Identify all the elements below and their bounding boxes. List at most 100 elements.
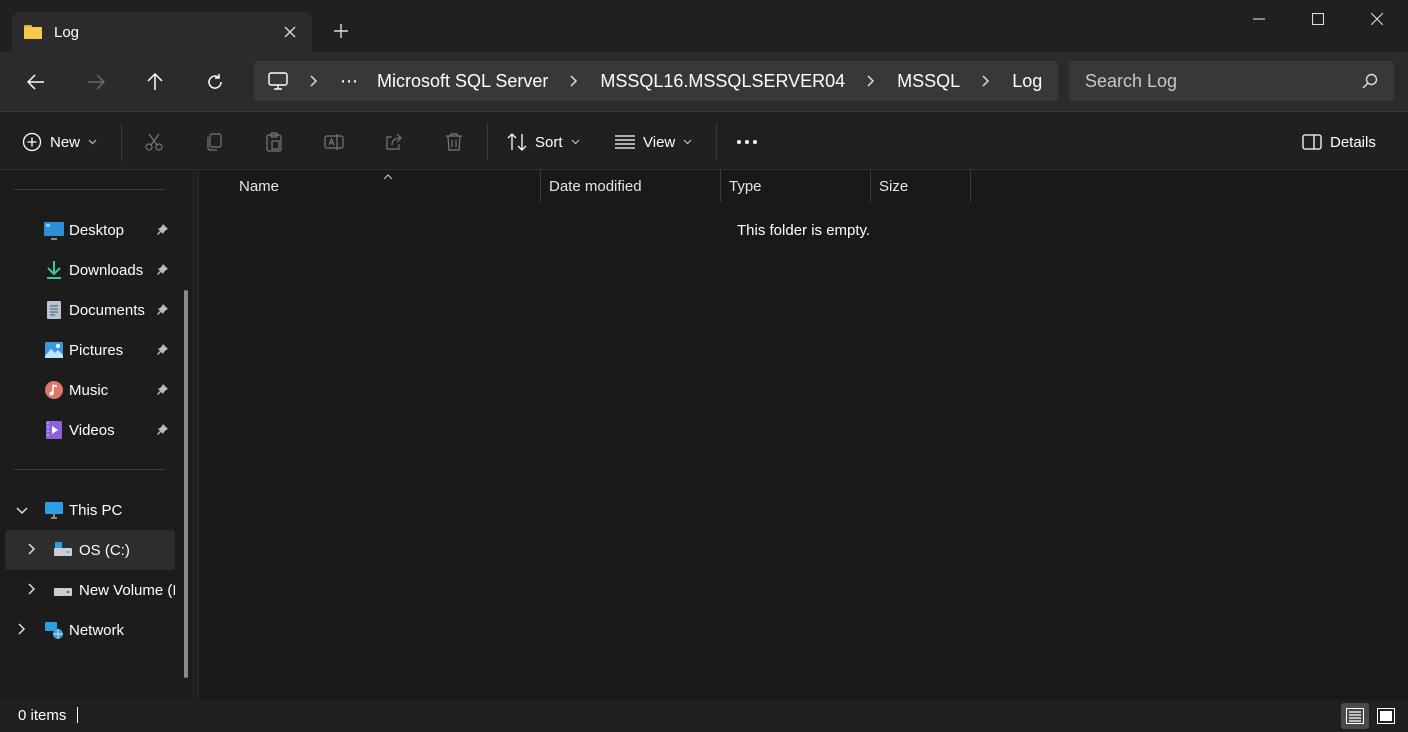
chevron-right-icon[interactable]: [562, 75, 586, 87]
address-bar[interactable]: ⋯ Microsoft SQL Server MSSQL16.MSSQLSERV…: [254, 61, 1058, 101]
sidebar-item-os-c[interactable]: OS (C:): [5, 530, 175, 570]
close-window-button[interactable]: [1348, 0, 1406, 38]
this-pc-icon: [45, 502, 63, 519]
view-label: View: [643, 133, 676, 151]
navigation-pane: Desktop Downloads Documents Pictures Mus…: [0, 170, 192, 700]
close-tab-icon[interactable]: [280, 22, 300, 42]
paste-button[interactable]: [259, 127, 289, 157]
toolbar-divider: [487, 123, 488, 161]
new-tab-button[interactable]: [328, 18, 354, 44]
chevron-right-icon[interactable]: [859, 75, 883, 87]
pin-icon[interactable]: [157, 222, 169, 239]
details-view-button[interactable]: [1341, 703, 1369, 729]
search-input[interactable]: Search Log: [1085, 71, 1362, 92]
sidebar-item-documents[interactable]: Documents: [0, 290, 175, 330]
breadcrumb-mssql16[interactable]: MSSQL16.MSSQLSERVER04: [600, 71, 845, 92]
network-icon: [45, 622, 63, 639]
breadcrumb-mssql[interactable]: MSSQL: [897, 71, 960, 92]
computer-icon: [268, 72, 288, 90]
new-label: New: [50, 133, 81, 151]
column-divider[interactable]: [540, 170, 541, 202]
minimize-button[interactable]: [1230, 0, 1288, 38]
pin-icon[interactable]: [157, 342, 169, 359]
chevron-right-icon[interactable]: [18, 622, 26, 639]
pin-icon[interactable]: [157, 302, 169, 319]
column-divider[interactable]: [720, 170, 721, 202]
details-label: Details: [1330, 133, 1376, 151]
details-view-icon: [1346, 708, 1364, 724]
pictures-icon: [45, 342, 63, 358]
sidebar-item-network[interactable]: Network: [0, 610, 175, 650]
sidebar-item-label: OS (C:): [79, 541, 130, 559]
sidebar-item-label: Videos: [69, 421, 115, 439]
sidebar-item-label: New Volume (I: [79, 581, 175, 599]
column-divider[interactable]: [870, 170, 871, 202]
forward-button[interactable]: [80, 66, 112, 98]
sidebar-item-new-volume[interactable]: New Volume (I: [0, 570, 175, 610]
large-icons-view-button[interactable]: [1372, 703, 1400, 729]
pin-icon[interactable]: [157, 382, 169, 399]
back-button[interactable]: [20, 66, 52, 98]
breadcrumb-microsoft-sql-server[interactable]: Microsoft SQL Server: [377, 71, 548, 92]
plus-icon: [334, 24, 348, 38]
breadcrumb-log[interactable]: Log: [1012, 71, 1042, 92]
details-pane-icon: [1302, 134, 1322, 150]
pin-icon[interactable]: [157, 262, 169, 279]
sidebar-item-desktop[interactable]: Desktop: [0, 210, 175, 250]
add-circle-icon: [22, 132, 42, 152]
sidebar-item-label: Network: [69, 621, 125, 639]
tab-log[interactable]: Log: [12, 12, 312, 52]
up-button[interactable]: [139, 66, 171, 98]
sidebar-scrollbar[interactable]: [184, 290, 188, 678]
sidebar-item-music[interactable]: Music: [0, 370, 175, 410]
column-header-size[interactable]: Size: [879, 170, 908, 202]
sidebar-item-videos[interactable]: Videos: [0, 410, 175, 450]
chevron-right-icon[interactable]: [302, 75, 326, 87]
search-box[interactable]: Search Log: [1069, 61, 1394, 101]
sidebar-item-downloads[interactable]: Downloads: [0, 250, 175, 290]
column-header-type[interactable]: Type: [729, 170, 762, 202]
forward-arrow-icon: [88, 74, 105, 90]
chevron-right-icon[interactable]: [28, 582, 36, 599]
view-button[interactable]: View: [615, 127, 692, 157]
column-header-name[interactable]: Name: [239, 170, 279, 202]
paste-icon: [266, 132, 282, 152]
refresh-button[interactable]: [199, 66, 231, 98]
sidebar-item-label: Music: [69, 381, 109, 399]
column-divider[interactable]: [970, 170, 971, 202]
sidebar-item-label: Pictures: [69, 341, 124, 359]
status-divider: [77, 707, 78, 723]
chevron-right-icon[interactable]: [28, 542, 36, 559]
copy-icon: [207, 133, 222, 151]
copy-button[interactable]: [199, 127, 229, 157]
cut-button[interactable]: [139, 127, 169, 157]
rename-icon: [324, 134, 344, 150]
view-list-icon: [615, 135, 635, 149]
maximize-icon: [1312, 13, 1324, 25]
search-icon[interactable]: [1362, 73, 1378, 89]
close-icon: [1371, 13, 1383, 25]
drive-icon: [54, 588, 72, 596]
overflow-path-icon[interactable]: ⋯: [340, 71, 359, 92]
column-header-date-modified[interactable]: Date modified: [549, 170, 642, 202]
sidebar-item-label: Desktop: [69, 221, 125, 239]
documents-icon: [47, 301, 61, 319]
details-button[interactable]: Details: [1302, 127, 1376, 157]
maximize-button[interactable]: [1289, 0, 1347, 38]
sidebar-item-pictures[interactable]: Pictures: [0, 330, 175, 370]
drive-icon: [54, 542, 72, 556]
rename-button[interactable]: [319, 127, 349, 157]
sidebar-item-this-pc[interactable]: This PC: [0, 490, 175, 530]
share-button[interactable]: [379, 127, 409, 157]
sort-button[interactable]: Sort: [507, 127, 580, 157]
videos-icon: [46, 421, 62, 439]
delete-button[interactable]: [439, 127, 469, 157]
chevron-down-icon[interactable]: [16, 502, 28, 519]
command-bar: New Sort View Details: [0, 113, 1408, 170]
pin-icon[interactable]: [157, 422, 169, 439]
new-button[interactable]: New: [22, 127, 97, 157]
chevron-right-icon[interactable]: [974, 75, 998, 87]
sidebar-divider: [14, 189, 165, 190]
more-options-button[interactable]: [736, 127, 758, 157]
tab-title: Log: [54, 23, 80, 41]
